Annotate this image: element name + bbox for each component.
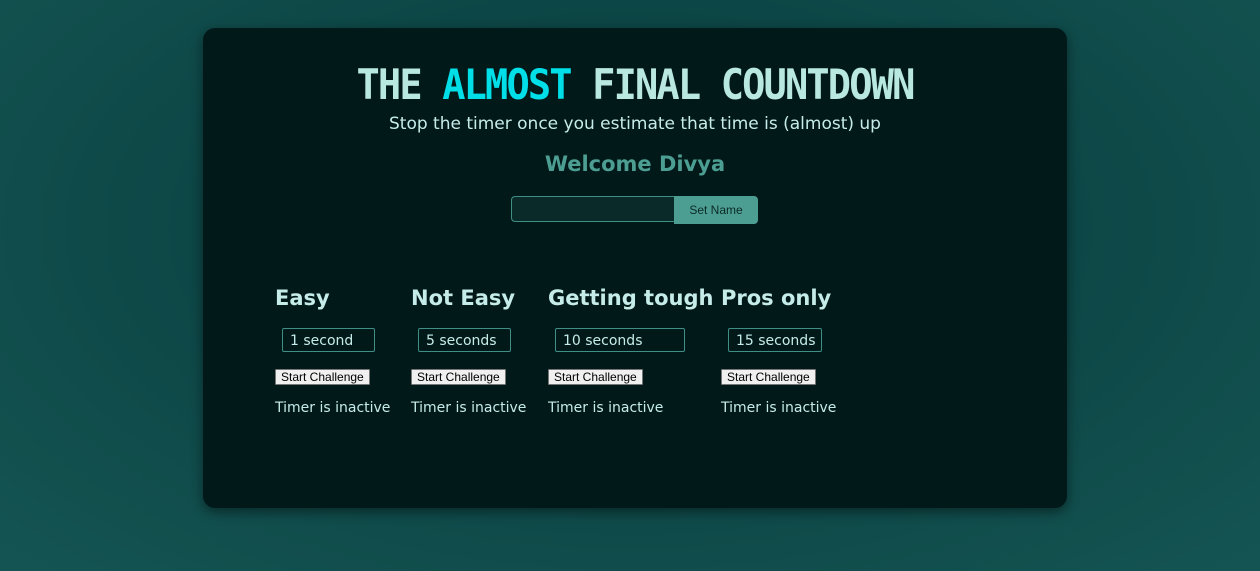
start-challenge-button[interactable]: Start Challenge xyxy=(411,369,506,385)
title-accent: ALMOST xyxy=(442,60,572,109)
title-part-2: FINAL COUNTDOWN xyxy=(570,60,915,109)
title-part-1: THE xyxy=(356,60,443,109)
timer-status: Timer is inactive xyxy=(721,400,837,416)
challenge-title: Getting tough xyxy=(548,286,714,310)
page-title: THE ALMOST FINAL COUNTDOWN xyxy=(238,62,1033,108)
challenge-not-easy: Not Easy 5 seconds Start Challenge Timer… xyxy=(411,286,526,416)
duration-field: 15 seconds xyxy=(728,328,822,352)
name-form: Set Name xyxy=(511,196,758,224)
timer-status: Timer is inactive xyxy=(275,400,391,416)
challenge-title: Pros only xyxy=(721,286,832,310)
challenge-getting-tough: Getting tough 10 seconds Start Challenge… xyxy=(548,286,713,416)
start-challenge-button[interactable]: Start Challenge xyxy=(275,369,370,385)
challenge-pros-only: Pros only 15 seconds Start Challenge Tim… xyxy=(721,286,836,416)
start-challenge-button[interactable]: Start Challenge xyxy=(721,369,816,385)
welcome-message: Welcome Divya xyxy=(544,152,726,176)
set-name-button[interactable]: Set Name xyxy=(674,196,758,224)
name-input[interactable] xyxy=(511,196,674,222)
game-card: THE ALMOST FINAL COUNTDOWN Stop the time… xyxy=(203,28,1067,508)
challenge-easy: Easy 1 second Start Challenge Timer is i… xyxy=(275,286,390,416)
challenge-title: Easy xyxy=(275,286,330,310)
duration-field: 10 seconds xyxy=(555,328,685,352)
timer-status: Timer is inactive xyxy=(548,400,664,416)
duration-field: 5 seconds xyxy=(418,328,511,352)
start-challenge-button[interactable]: Start Challenge xyxy=(548,369,643,385)
duration-field: 1 second xyxy=(282,328,375,352)
subtitle: Stop the timer once you estimate that ti… xyxy=(389,114,881,134)
timer-status: Timer is inactive xyxy=(411,400,527,416)
challenge-title: Not Easy xyxy=(411,286,516,310)
